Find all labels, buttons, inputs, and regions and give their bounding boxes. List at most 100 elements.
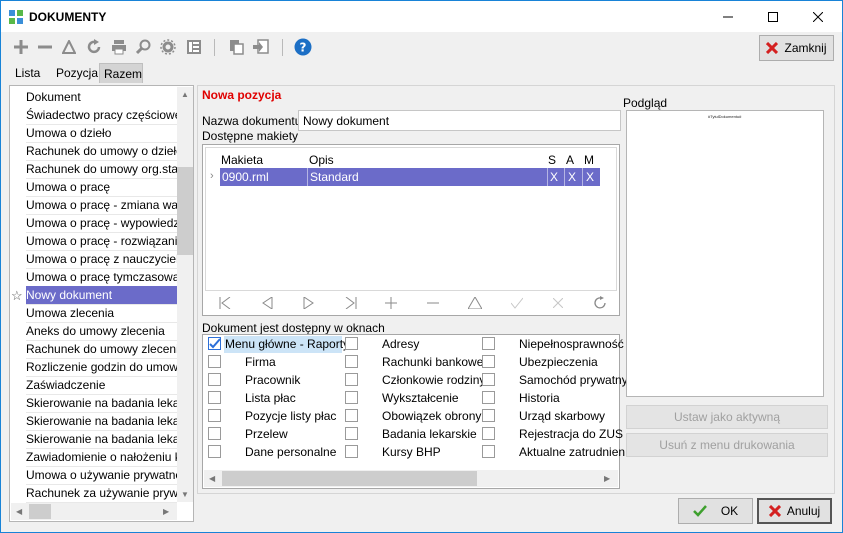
grid-header-a[interactable]: A [566,153,574,167]
window-checkbox-label[interactable]: Aktualne zatrudnien [519,445,625,459]
window-checkbox-label[interactable]: Kursy BHP [382,445,441,459]
window-checkbox-label[interactable]: Samochód prywatny [519,373,628,387]
window-checkbox-label[interactable]: Niepełnosprawność [519,337,624,351]
list-item[interactable]: Skierowanie na badania lekarsk [26,394,177,412]
list-vertical-scrollbar[interactable]: ▲ ▼ [177,87,193,502]
list-item[interactable]: Umowa o pracę - wypowiedzen [26,214,177,232]
window-checkbox[interactable] [482,445,495,458]
refresh-icon[interactable] [85,38,103,56]
edit-icon[interactable] [60,38,78,56]
window-checkbox-label[interactable]: Pracownik [245,373,300,387]
document-name-input[interactable]: Nowy dokument [298,110,621,131]
window-checkbox[interactable] [208,355,221,368]
delete-record-icon[interactable] [423,294,443,312]
window-checkbox-label[interactable]: Badania lekarskie [382,427,477,441]
list-item[interactable]: Rachunek do umowy zlecenia [26,340,177,358]
list-item[interactable]: Rozliczenie godzin do umowy zl [26,358,177,376]
settings-icon[interactable] [159,38,177,56]
window-checkbox[interactable] [345,373,358,386]
grid-header-s[interactable]: S [548,153,556,167]
maximize-button[interactable] [750,1,795,32]
copy-doc-icon[interactable] [227,38,245,56]
window-checkbox-label[interactable]: Menu główne - Raporty [225,337,349,351]
import-doc-icon[interactable] [252,38,270,56]
insert-record-icon[interactable] [381,294,401,312]
post-record-icon[interactable] [507,294,527,312]
window-checkbox[interactable] [345,391,358,404]
tab-razem[interactable]: Razem [99,63,143,83]
window-checkbox[interactable] [482,427,495,440]
window-checkbox-label[interactable]: Członkowie rodziny [382,373,485,387]
print-icon[interactable] [110,38,128,56]
cancel-button[interactable]: Anuluj [757,498,832,524]
list-item[interactable]: Rachunek za używanie prywatn [26,484,177,502]
add-icon[interactable] [12,38,30,56]
window-checkbox[interactable] [345,355,358,368]
help-icon[interactable]: ? [294,38,312,56]
set-active-button[interactable]: Ustaw jako aktywną [626,405,828,429]
window-checkbox-label[interactable]: Rachunki bankowe [382,355,483,369]
scroll-left-icon[interactable]: ◀ [16,507,22,516]
scroll-left-icon[interactable]: ◀ [209,474,215,483]
columns-icon[interactable] [185,38,203,56]
window-checkbox[interactable] [482,391,495,404]
window-checkbox[interactable] [208,409,221,422]
scroll-right-icon[interactable]: ▶ [163,507,169,516]
scroll-down-icon[interactable]: ▼ [181,490,189,499]
window-checkbox[interactable] [482,337,495,350]
list-item[interactable]: Skierowanie na badania lekarsk [26,412,177,430]
list-header[interactable]: Dokument [26,88,177,106]
search-icon[interactable] [135,38,153,56]
window-checkbox-label[interactable]: Urząd skarbowy [519,409,605,423]
window-checkbox[interactable] [345,445,358,458]
list-item[interactable]: Nowy dokument [26,286,177,304]
scroll-right-icon[interactable]: ▶ [604,474,610,483]
prev-record-icon[interactable] [257,294,277,312]
first-record-icon[interactable] [215,294,235,312]
window-checkbox-label[interactable]: Ubezpieczenia [519,355,598,369]
next-record-icon[interactable] [299,294,319,312]
window-checkbox[interactable] [208,427,221,440]
grid-row[interactable]: 0900.rml Standard X X X [220,168,600,186]
window-checkbox-label[interactable]: Obowiązek obrony [382,409,481,423]
cancel-record-icon[interactable] [548,294,568,312]
window-checkbox[interactable] [208,337,221,350]
list-vertical-thumb[interactable] [177,167,193,255]
window-checkbox-label[interactable]: Historia [519,391,560,405]
list-item[interactable]: Umowa o pracę - zmiana warun [26,196,177,214]
grid-header-makieta[interactable]: Makieta [221,153,263,167]
checklist-horizontal-thumb[interactable] [222,471,477,486]
window-checkbox[interactable] [208,373,221,386]
list-item[interactable]: Aneks do umowy zlecenia [26,322,177,340]
scroll-up-icon[interactable]: ▲ [181,90,189,99]
window-checkbox-label[interactable]: Dane personalne [245,445,336,459]
window-checkbox[interactable] [345,337,358,350]
list-item[interactable]: Umowa o używanie prywatnego [26,466,177,484]
list-item[interactable]: Umowa o pracę tymczasową [26,268,177,286]
minimize-button[interactable] [705,1,750,32]
tab-pozycja[interactable]: Pozycja [52,63,102,83]
window-checkbox-label[interactable]: Wykształcenie [382,391,459,405]
window-checkbox-label[interactable]: Lista płac [245,391,296,405]
window-checkbox-label[interactable]: Pozycje listy płac [245,409,336,423]
list-item[interactable]: Zaświadczenie [26,376,177,394]
list-item[interactable]: Rachunek do umowy org.stano [26,160,177,178]
window-checkbox[interactable] [482,409,495,422]
ok-button[interactable]: OK [678,498,753,524]
grid-header-m[interactable]: M [584,153,594,167]
list-item[interactable]: Rachunek do umowy o dzieło [26,142,177,160]
checklist-horizontal-scrollbar[interactable]: ◀ ▶ [204,470,618,487]
list-item[interactable]: Świadectwo pracy częściowe [26,106,177,124]
close-button[interactable]: Zamknij [759,35,834,61]
list-item[interactable]: Umowa o pracę [26,178,177,196]
list-item[interactable]: Skierowanie na badania lekarsk [26,430,177,448]
edit-record-icon[interactable] [465,294,485,312]
list-item[interactable]: Umowa o pracę - rozwiązanie [26,232,177,250]
grid-header-opis[interactable]: Opis [309,153,334,167]
list-item[interactable]: Umowa o dzieło [26,124,177,142]
list-item[interactable]: Umowa o pracę z nauczycielem [26,250,177,268]
window-checkbox-label[interactable]: Przelew [245,427,288,441]
window-checkbox[interactable] [345,427,358,440]
last-record-icon[interactable] [341,294,361,312]
close-window-button[interactable] [795,1,840,32]
